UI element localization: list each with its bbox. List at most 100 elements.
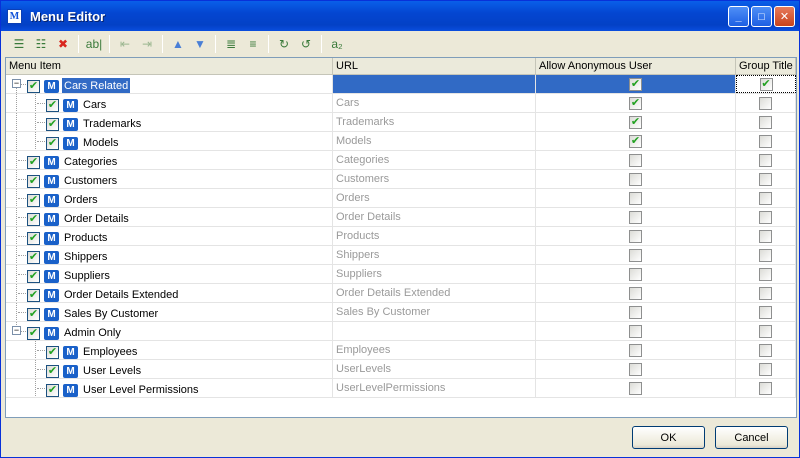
menu-item-checkbox[interactable]: ✔ bbox=[46, 137, 59, 150]
table-row[interactable]: ✔ M Employees Employees bbox=[6, 341, 796, 360]
allow-anonymous-checkbox[interactable] bbox=[629, 210, 642, 224]
menu-item-cell[interactable]: ✔ M Orders bbox=[6, 189, 333, 207]
maximize-button[interactable]: □ bbox=[751, 6, 772, 27]
url-cell[interactable]: Shippers bbox=[333, 246, 536, 264]
group-title-checkbox[interactable] bbox=[759, 134, 772, 148]
group-title-checkbox[interactable]: ✔ bbox=[759, 77, 773, 91]
delete-button[interactable]: ✖ bbox=[52, 33, 74, 55]
menu-item-cell[interactable]: ✔ M Products bbox=[6, 227, 333, 245]
group-title-checkbox[interactable] bbox=[759, 324, 772, 338]
outdent-button[interactable]: ⇤ bbox=[114, 33, 136, 55]
url-cell[interactable] bbox=[333, 75, 536, 93]
url-cell[interactable]: Employees bbox=[333, 341, 536, 359]
menu-item-checkbox[interactable]: ✔ bbox=[27, 175, 40, 188]
group-title-checkbox[interactable] bbox=[759, 248, 772, 262]
allow-anonymous-checkbox[interactable]: ✔ bbox=[629, 134, 642, 148]
menu-item-cell[interactable]: ✔ M Categories bbox=[6, 151, 333, 169]
table-row[interactable]: ✔ M Sales By Customer Sales By Customer bbox=[6, 303, 796, 322]
table-row[interactable]: − ✔ M Admin Only bbox=[6, 322, 796, 341]
group-title-checkbox[interactable] bbox=[759, 115, 772, 129]
group-title-checkbox[interactable] bbox=[759, 381, 772, 395]
collapse-toggle-icon[interactable]: − bbox=[12, 326, 21, 335]
allow-anonymous-checkbox[interactable] bbox=[629, 286, 642, 300]
group-title-checkbox[interactable] bbox=[759, 96, 772, 110]
menu-item-checkbox[interactable]: ✔ bbox=[27, 270, 40, 283]
column-header-group-title[interactable]: Group Title bbox=[736, 58, 796, 74]
menu-item-checkbox[interactable]: ✔ bbox=[27, 232, 40, 245]
menu-item-cell[interactable]: ✔ M Trademarks bbox=[6, 113, 333, 131]
menu-item-checkbox[interactable]: ✔ bbox=[27, 308, 40, 321]
table-row[interactable]: ✔ M Products Products bbox=[6, 227, 796, 246]
allow-anonymous-checkbox[interactable] bbox=[629, 343, 642, 357]
table-row[interactable]: ✔ M Suppliers Suppliers bbox=[6, 265, 796, 284]
table-row[interactable]: ✔ M Categories Categories bbox=[6, 151, 796, 170]
url-cell[interactable]: Trademarks bbox=[333, 113, 536, 131]
menu-item-cell[interactable]: − ✔ M Cars Related bbox=[6, 75, 333, 93]
table-row[interactable]: ✔ M Cars Cars ✔ bbox=[6, 94, 796, 113]
allow-anonymous-checkbox[interactable]: ✔ bbox=[629, 77, 642, 91]
allow-anonymous-checkbox[interactable] bbox=[629, 172, 642, 186]
url-cell[interactable]: Customers bbox=[333, 170, 536, 188]
allow-anonymous-checkbox[interactable] bbox=[629, 381, 642, 395]
group-title-checkbox[interactable] bbox=[759, 191, 772, 205]
close-button[interactable]: ✕ bbox=[774, 6, 795, 27]
group-title-checkbox[interactable] bbox=[759, 172, 772, 186]
table-row[interactable]: ✔ M Order Details Extended Order Details Ex… bbox=[6, 284, 796, 303]
menu-item-cell[interactable]: ✔ M Customers bbox=[6, 170, 333, 188]
export-button[interactable]: ↺ bbox=[295, 33, 317, 55]
menu-item-checkbox[interactable]: ✔ bbox=[46, 118, 59, 131]
column-header-menu-item[interactable]: Menu Item bbox=[6, 58, 333, 74]
url-cell[interactable]: UserLevelPermissions bbox=[333, 379, 536, 397]
ok-button[interactable]: OK bbox=[632, 426, 705, 449]
menu-item-cell[interactable]: ✔ M Cars bbox=[6, 94, 333, 112]
menu-item-checkbox[interactable]: ✔ bbox=[46, 384, 59, 397]
menu-item-cell[interactable]: ✔ M Order Details bbox=[6, 208, 333, 226]
url-cell[interactable]: UserLevels bbox=[333, 360, 536, 378]
expand-all-button[interactable]: ≣ bbox=[220, 33, 242, 55]
allow-anonymous-checkbox[interactable] bbox=[629, 362, 642, 376]
url-cell[interactable]: Models bbox=[333, 132, 536, 150]
menu-item-cell[interactable]: ✔ M User Level Permissions bbox=[6, 379, 333, 397]
collapse-all-button[interactable]: ≡ bbox=[242, 33, 264, 55]
allow-anonymous-checkbox[interactable] bbox=[629, 305, 642, 319]
translate-button[interactable]: a₂ bbox=[326, 33, 348, 55]
group-title-checkbox[interactable] bbox=[759, 286, 772, 300]
url-cell[interactable]: Cars bbox=[333, 94, 536, 112]
allow-anonymous-checkbox[interactable] bbox=[629, 153, 642, 167]
url-cell[interactable]: Orders bbox=[333, 189, 536, 207]
menu-item-checkbox[interactable]: ✔ bbox=[27, 213, 40, 226]
url-cell[interactable]: Products bbox=[333, 227, 536, 245]
table-row[interactable]: − ✔ M Cars Related ✔ ✔ bbox=[6, 75, 796, 94]
column-header-allow-anonymous[interactable]: Allow Anonymous User bbox=[536, 58, 736, 74]
table-row[interactable]: ✔ M Models Models ✔ bbox=[6, 132, 796, 151]
allow-anonymous-checkbox[interactable]: ✔ bbox=[629, 96, 642, 110]
menu-item-cell[interactable]: ✔ M Order Details Extended bbox=[6, 284, 333, 302]
cancel-button[interactable]: Cancel bbox=[715, 426, 788, 449]
table-row[interactable]: ✔ M Trademarks Trademarks ✔ bbox=[6, 113, 796, 132]
menu-item-checkbox[interactable]: ✔ bbox=[46, 365, 59, 378]
rename-button[interactable]: ab| bbox=[83, 33, 105, 55]
allow-anonymous-checkbox[interactable] bbox=[629, 324, 642, 338]
menu-item-cell[interactable]: ✔ M Employees bbox=[6, 341, 333, 359]
menu-item-cell[interactable]: ✔ M User Levels bbox=[6, 360, 333, 378]
menu-item-checkbox[interactable]: ✔ bbox=[27, 80, 40, 93]
table-row[interactable]: ✔ M User Level Permissions UserLevelPermiss… bbox=[6, 379, 796, 398]
menu-item-checkbox[interactable]: ✔ bbox=[27, 289, 40, 302]
menu-item-cell[interactable]: ✔ M Sales By Customer bbox=[6, 303, 333, 321]
minimize-button[interactable]: _ bbox=[728, 6, 749, 27]
menu-item-checkbox[interactable]: ✔ bbox=[46, 346, 59, 359]
allow-anonymous-checkbox[interactable] bbox=[629, 267, 642, 281]
url-cell[interactable]: Order Details bbox=[333, 208, 536, 226]
group-title-checkbox[interactable] bbox=[759, 153, 772, 167]
url-cell[interactable] bbox=[333, 322, 536, 340]
allow-anonymous-checkbox[interactable] bbox=[629, 229, 642, 243]
menu-item-cell[interactable]: ✔ M Shippers bbox=[6, 246, 333, 264]
group-title-checkbox[interactable] bbox=[759, 210, 772, 224]
group-title-checkbox[interactable] bbox=[759, 305, 772, 319]
menu-item-checkbox[interactable]: ✔ bbox=[27, 194, 40, 207]
title-bar[interactable]: M Menu Editor _ □ ✕ bbox=[1, 1, 799, 31]
menu-item-checkbox[interactable]: ✔ bbox=[27, 156, 40, 169]
add-subitem-button[interactable]: ☷ bbox=[30, 33, 52, 55]
menu-item-cell[interactable]: ✔ M Models bbox=[6, 132, 333, 150]
allow-anonymous-checkbox[interactable] bbox=[629, 248, 642, 262]
